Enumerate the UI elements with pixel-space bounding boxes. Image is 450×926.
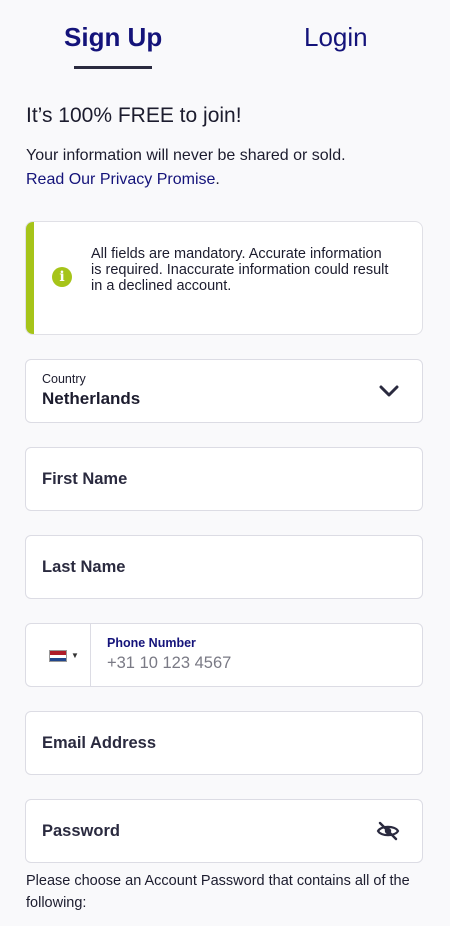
phone-number-label: Phone Number <box>107 636 196 650</box>
auth-tabs: Sign Up Login <box>0 0 450 70</box>
active-tab-indicator <box>74 66 152 69</box>
email-field[interactable]: Email Address <box>25 711 423 775</box>
page-heading: It’s 100% FREE to join! <box>26 104 242 127</box>
country-code-selector[interactable]: ▼ <box>26 624 91 686</box>
password-field[interactable]: Password <box>25 799 423 863</box>
country-value: Netherlands <box>42 389 141 408</box>
password-placeholder: Password <box>42 822 120 840</box>
caret-down-icon: ▼ <box>71 651 79 660</box>
netherlands-flag-icon <box>49 650 67 662</box>
notice-text: All fields are mandatory. Accurate infor… <box>91 246 389 294</box>
privacy-promise-link[interactable]: Read Our Privacy Promise <box>26 171 215 188</box>
last-name-field[interactable]: Last Name <box>25 535 423 599</box>
phone-number-placeholder: +31 10 123 4567 <box>107 654 232 672</box>
password-requirements-hint: Please choose an Account Password that c… <box>26 873 410 911</box>
country-label: Country <box>42 372 86 386</box>
eye-slash-icon[interactable] <box>376 819 400 843</box>
tab-login[interactable]: Login <box>304 22 368 53</box>
privacy-statement: Your information will never be shared or… <box>26 147 346 164</box>
tab-sign-up[interactable]: Sign Up <box>64 22 162 53</box>
mandatory-fields-notice: i All fields are mandatory. Accurate inf… <box>25 221 423 335</box>
email-placeholder: Email Address <box>42 734 157 752</box>
last-name-placeholder: Last Name <box>42 558 126 576</box>
country-select[interactable]: Country Netherlands <box>25 359 423 423</box>
first-name-field[interactable]: First Name <box>25 447 423 511</box>
privacy-period: . <box>215 171 220 188</box>
info-icon: i <box>52 267 72 287</box>
notice-accent-bar <box>26 222 34 334</box>
phone-number-field[interactable]: ▼ Phone Number +31 10 123 4567 <box>25 623 423 687</box>
chevron-down-icon <box>379 385 399 397</box>
privacy-subtext: Your information will never be shared or… <box>26 144 426 192</box>
first-name-placeholder: First Name <box>42 470 128 488</box>
